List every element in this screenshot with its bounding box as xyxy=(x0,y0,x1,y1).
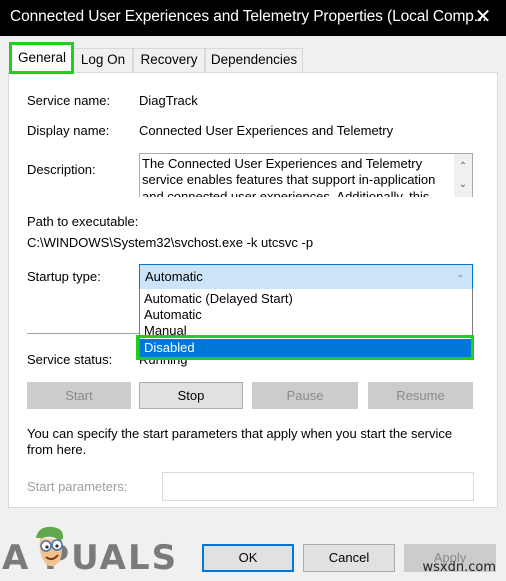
description-text: The Connected User Experiences and Telem… xyxy=(142,156,436,197)
option-manual[interactable]: Manual xyxy=(140,323,472,339)
appuals-logo-text: A PUALS xyxy=(2,538,179,578)
path-value: C:\WINDOWS\System32\svchost.exe -k utcsv… xyxy=(27,235,314,250)
start-params-label: Start parameters: xyxy=(27,479,128,494)
start-params-hint: You can specify the start parameters tha… xyxy=(27,426,453,457)
service-name-value: DiagTrack xyxy=(139,93,198,108)
startup-type-dropdown: Automatic (Delayed Start) Automatic Manu… xyxy=(139,289,473,359)
pause-button[interactable]: Pause xyxy=(252,382,358,409)
section-divider xyxy=(27,333,139,334)
start-button[interactable]: Start xyxy=(27,382,131,409)
startup-type-value: Automatic xyxy=(145,269,203,284)
service-name-label: Service name: xyxy=(27,93,111,108)
stop-button[interactable]: Stop xyxy=(139,382,243,409)
scroll-up-icon[interactable]: ⌃ xyxy=(454,160,472,174)
start-params-input[interactable] xyxy=(162,472,474,501)
tab-dependencies[interactable]: Dependencies xyxy=(205,48,303,72)
site-watermark: wsxdn.com xyxy=(422,560,497,575)
description-scrollbar[interactable]: ⌃ ⌄ xyxy=(454,154,472,197)
tab-log-on[interactable]: Log On xyxy=(73,48,133,72)
option-automatic-delayed[interactable]: Automatic (Delayed Start) xyxy=(140,291,472,307)
mascot-icon xyxy=(36,526,64,567)
startup-type-label: Startup type: xyxy=(27,269,101,284)
title-bar: Connected User Experiences and Telemetry… xyxy=(0,0,506,36)
general-panel: Service name: DiagTrack Display name: Co… xyxy=(8,72,498,508)
description-label: Description: xyxy=(27,162,96,177)
tab-recovery[interactable]: Recovery xyxy=(133,48,205,72)
cancel-button[interactable]: Cancel xyxy=(303,544,395,572)
ok-button[interactable]: OK xyxy=(202,544,294,572)
scroll-down-icon[interactable]: ⌄ xyxy=(454,178,472,192)
display-name-label: Display name: xyxy=(27,123,110,138)
resume-button[interactable]: Resume xyxy=(368,382,473,409)
option-disabled[interactable]: Disabled xyxy=(140,339,472,357)
chevron-down-icon: ⌄ xyxy=(456,269,464,279)
description-textbox[interactable]: The Connected User Experiences and Telem… xyxy=(139,153,473,197)
path-label: Path to executable: xyxy=(27,214,139,229)
service-status-label: Service status: xyxy=(27,352,113,367)
window-title: Connected User Experiences and Telemetry… xyxy=(10,8,487,25)
startup-type-select[interactable]: Automatic ⌄ xyxy=(139,264,473,290)
tab-general[interactable]: General xyxy=(11,44,73,72)
option-automatic[interactable]: Automatic xyxy=(140,307,472,323)
display-name-value: Connected User Experiences and Telemetry xyxy=(139,123,394,138)
close-icon[interactable]: ✕ xyxy=(472,6,494,28)
